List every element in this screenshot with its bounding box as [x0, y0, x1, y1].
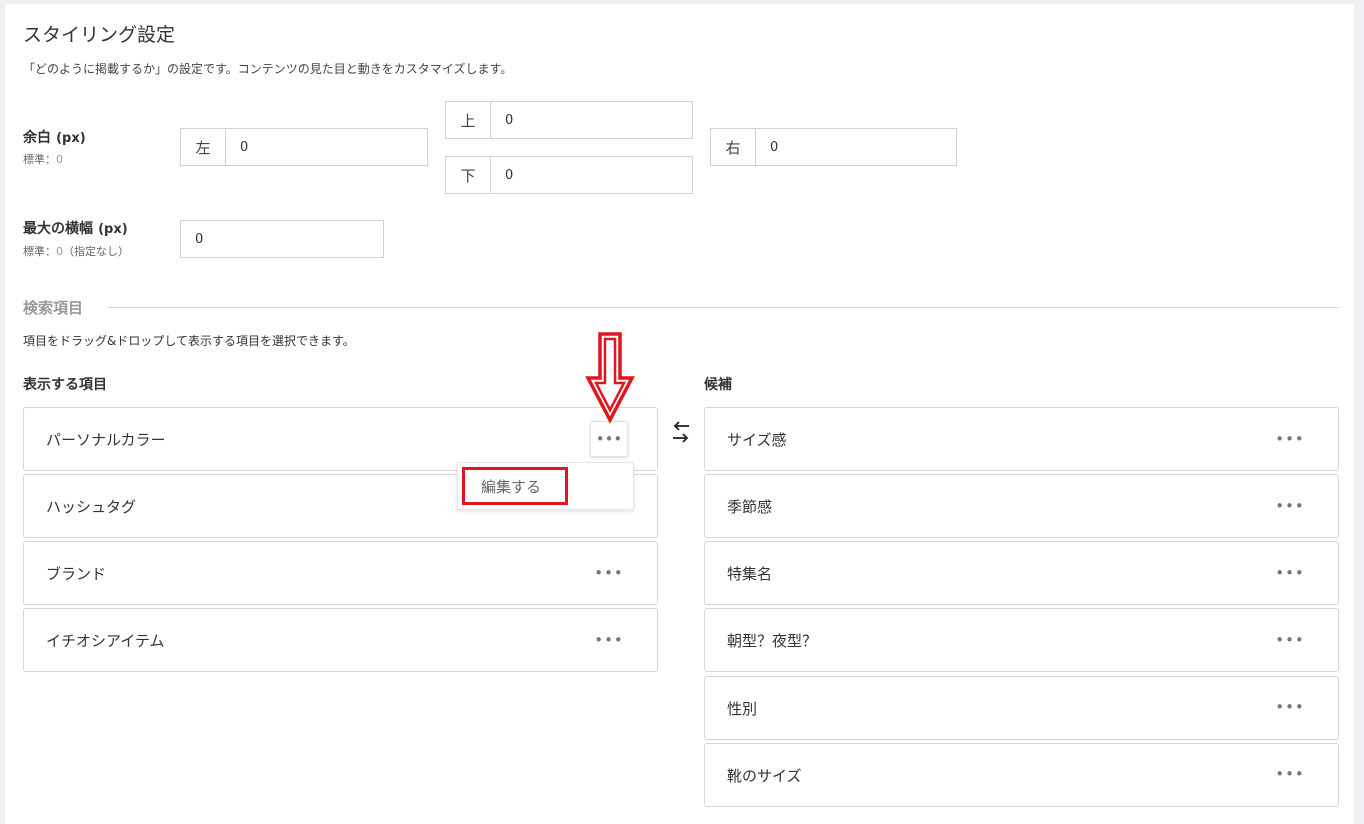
candidate-item[interactable]: 特集名: [704, 541, 1339, 605]
max-width-hint-suffix: （指定なし）: [63, 245, 129, 258]
page-title: スタイリング設定: [23, 24, 176, 46]
candidate-item[interactable]: 性別: [704, 676, 1339, 740]
margin-label: 余白 (px): [23, 127, 86, 147]
item-action-menu: 編集する: [457, 462, 634, 510]
margin-label-text: 余白: [23, 130, 51, 146]
displayed-item-label: パーソナルカラー: [46, 430, 166, 449]
more-horizontal-icon[interactable]: •••: [1275, 630, 1304, 650]
margin-right-addon: 右: [711, 129, 756, 165]
more-horizontal-icon[interactable]: •••: [590, 421, 628, 457]
margin-left-field[interactable]: 0: [226, 129, 427, 165]
displayed-item-label: ハッシュタグ: [46, 497, 137, 516]
more-horizontal-icon[interactable]: •••: [1275, 764, 1304, 784]
margin-right-field[interactable]: 0: [756, 129, 956, 165]
more-horizontal-icon[interactable]: •••: [1275, 563, 1304, 583]
candidate-item-label: 特集名: [727, 564, 773, 583]
candidate-item-label: 朝型？夜型？: [727, 631, 818, 650]
margin-bottom-field[interactable]: 0: [491, 157, 692, 193]
more-horizontal-icon[interactable]: •••: [594, 563, 623, 583]
swap-arrows-icon: [673, 421, 689, 443]
margin-hint-prefix: 標準：: [23, 153, 56, 166]
more-horizontal-icon[interactable]: •••: [1275, 697, 1304, 717]
max-width-label: 最大の横幅 (px): [23, 218, 128, 238]
candidate-item[interactable]: サイズ感: [704, 407, 1339, 471]
margin-right-input-group[interactable]: 右 0: [710, 128, 957, 166]
candidates-heading: 候補: [704, 377, 732, 393]
margin-hint: 標準：0: [23, 151, 63, 167]
max-width-label-text: 最大の横幅: [23, 221, 93, 237]
margin-hint-value: 0: [56, 153, 63, 166]
displayed-items-heading: 表示する項目: [23, 377, 107, 393]
margin-bottom-addon: 下: [446, 157, 491, 193]
candidate-item[interactable]: 靴のサイズ: [704, 743, 1339, 807]
margin-left-addon: 左: [181, 129, 226, 165]
section-title-search-items: 検索項目: [23, 299, 84, 317]
max-width-hint-prefix: 標準：: [23, 245, 56, 258]
candidate-item-label: 季節感: [727, 497, 773, 516]
margin-unit: (px): [56, 131, 86, 146]
candidate-item-label: サイズ感: [727, 430, 787, 449]
edit-menu-item[interactable]: 編集する: [462, 467, 568, 505]
max-width-hint-value: 0: [56, 245, 63, 258]
margin-top-input-group[interactable]: 上 0: [445, 101, 693, 139]
margin-left-input-group[interactable]: 左 0: [180, 128, 428, 166]
displayed-item[interactable]: ブランド: [23, 541, 658, 605]
displayed-item-label: ブランド: [46, 564, 107, 583]
candidate-item-label: 靴のサイズ: [727, 766, 802, 785]
margin-bottom-input-group[interactable]: 下 0: [445, 156, 693, 194]
candidate-item[interactable]: 朝型？夜型？: [704, 608, 1339, 672]
margin-top-addon: 上: [446, 102, 491, 138]
page-description: 「どのように掲載するか」の設定です。コンテンツの見た目と動きをカスタマイズします…: [23, 62, 513, 76]
max-width-field[interactable]: 0: [180, 220, 384, 258]
section-divider: [108, 307, 1339, 308]
displayed-item[interactable]: イチオシアイテム: [23, 608, 658, 672]
margin-top-field[interactable]: 0: [491, 102, 692, 138]
candidate-item-label: 性別: [727, 699, 758, 718]
more-horizontal-icon[interactable]: •••: [1275, 429, 1304, 449]
candidate-item[interactable]: 季節感: [704, 474, 1339, 538]
search-items-description: 項目をドラッグ&ドロップして表示する項目を選択できます。: [23, 334, 355, 348]
more-horizontal-icon[interactable]: •••: [1275, 496, 1304, 516]
displayed-item-label: イチオシアイテム: [46, 631, 165, 650]
max-width-unit: (px): [98, 222, 128, 237]
down-arrow-annotation: [585, 332, 635, 424]
max-width-hint: 標準：0（指定なし）: [23, 243, 129, 259]
more-horizontal-icon[interactable]: •••: [594, 630, 623, 650]
